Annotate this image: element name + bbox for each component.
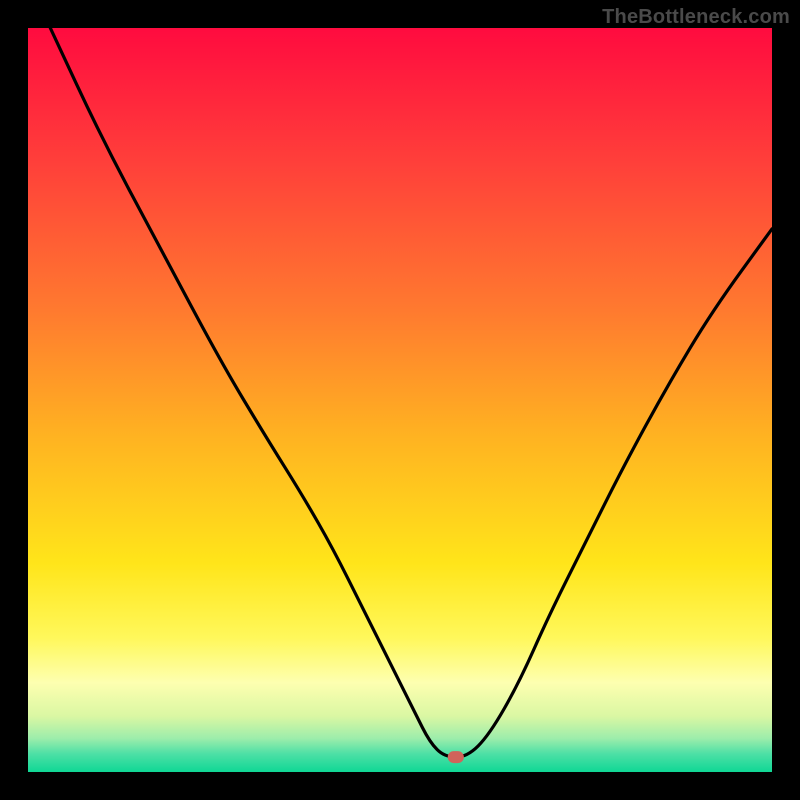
optimal-point-marker — [448, 751, 464, 763]
watermark-text: TheBottleneck.com — [602, 6, 790, 29]
plot-area — [28, 28, 772, 772]
chart-frame: TheBottleneck.com — [0, 0, 800, 800]
chart-svg — [28, 28, 772, 772]
